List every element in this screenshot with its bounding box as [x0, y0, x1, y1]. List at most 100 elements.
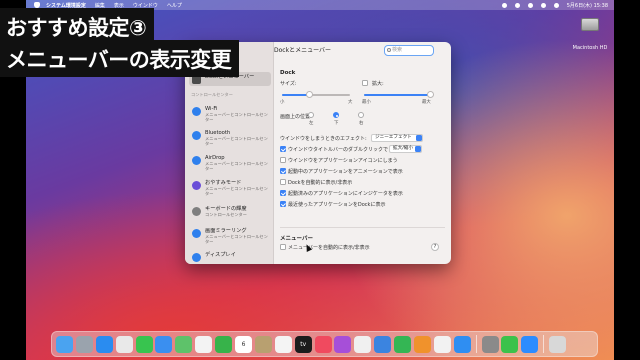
minimize-effect-label: ウインドウをしまうときのエフェクト:: [280, 136, 367, 142]
magnification-label: 拡大:: [372, 81, 384, 87]
menubar-autohide-label: メニューバーを自動的に表示/非表示: [288, 245, 370, 251]
sidebar-item[interactable]: おやすみモード メニューバーとコントロールセンター: [189, 178, 271, 198]
dock-music-icon[interactable]: [314, 335, 332, 353]
status-icon[interactable]: [501, 2, 507, 8]
menu-help[interactable]: ヘルプ: [167, 2, 182, 9]
magnification-slider-fill: [364, 94, 430, 96]
titlebar-action-popup[interactable]: 拡大/縮小: [389, 145, 422, 153]
dock-messages-icon[interactable]: [135, 335, 153, 353]
position-right-radio[interactable]: [358, 112, 364, 118]
size-max-label: 大: [348, 100, 353, 105]
search-input[interactable]: 検索: [384, 45, 434, 56]
macintosh-hd-desktop-icon[interactable]: Macintosh HD: [562, 18, 614, 53]
dock-option-checkbox[interactable]: [280, 190, 286, 196]
magnification-checkbox[interactable]: [362, 80, 368, 86]
sidebar-item-sublabel: メニューバーとコントロールセンター: [205, 186, 268, 196]
minimize-effect-value: ジニーエフェクト: [375, 135, 412, 140]
search-icon[interactable]: [540, 2, 546, 8]
dock-maps-icon[interactable]: [175, 335, 193, 353]
menu-clock[interactable]: 5月6日(木) 15:38: [567, 2, 608, 9]
sidebar-section-label: コントロールセンター: [191, 92, 233, 97]
dock-safari-icon[interactable]: [95, 335, 113, 353]
menu-extras: 5月6日(木) 15:38: [501, 2, 614, 9]
screen: システム環境設定 編集 表示 ウインドウ ヘルプ 5月6日(木) 15:38 M…: [0, 0, 640, 360]
dock-numbers-icon[interactable]: [394, 335, 412, 353]
sidebar-item[interactable]: ディスプレイ: [189, 250, 271, 264]
sidebar-item-icon: [192, 131, 201, 140]
position-left-radio[interactable]: [308, 112, 314, 118]
size-min-label: 小: [280, 100, 285, 105]
wifi-icon[interactable]: [527, 2, 533, 8]
dock-system-preferences-icon[interactable]: [481, 335, 499, 353]
dock-tv-icon[interactable]: tv: [294, 335, 312, 353]
sidebar-item-icon: [192, 229, 201, 238]
dock-photos-icon[interactable]: [195, 335, 213, 353]
sidebar-item-icon: [192, 107, 201, 116]
dock-notes-icon[interactable]: [254, 335, 272, 353]
dock-calendar-icon[interactable]: 6: [235, 335, 253, 353]
sidebar-item-icon: [192, 156, 201, 165]
menubar-autohide-checkbox[interactable]: [280, 244, 286, 250]
section-divider: [280, 227, 445, 228]
magnification-slider-knob[interactable]: [426, 91, 434, 98]
sidebar-item-sublabel: メニューバーとコントロールセンター: [205, 136, 268, 146]
window-title: Dockとメニューバー: [274, 47, 332, 54]
hd-label: Macintosh HD: [572, 45, 608, 51]
titlebar-doubleclick-label: ウインドウタイトルバーのダブルクリックで: [288, 147, 389, 153]
dock-option-label: 起動済みのアプリケーションにインジケータを表示: [288, 191, 403, 197]
dock-chrome-icon[interactable]: [115, 335, 133, 353]
position-bottom-label: 下: [334, 121, 339, 126]
sidebar-item-label: ディスプレイ: [205, 252, 236, 258]
dock-pages-icon[interactable]: [414, 335, 432, 353]
dock-option-label: 最近使ったアプリケーションをDockに表示: [288, 202, 386, 208]
position-label: 画面上の位置:: [280, 114, 312, 120]
size-label: サイズ:: [280, 81, 297, 87]
dock-finder-icon[interactable]: [56, 335, 73, 353]
sidebar-item[interactable]: Bluetooth メニューバーとコントロールセンター: [189, 128, 271, 148]
magnification-max-label: 最大: [422, 100, 431, 105]
help-button[interactable]: ?: [431, 243, 439, 251]
size-slider-knob[interactable]: [305, 91, 313, 98]
magnification-slider[interactable]: [364, 91, 434, 98]
dock-app-store-icon[interactable]: [453, 335, 471, 353]
dock-option-label: Dockを自動的に表示/非表示: [288, 180, 353, 186]
position-right-label: 右: [359, 121, 364, 126]
dock-option-checkbox[interactable]: [280, 168, 286, 174]
dock-separator: [543, 335, 545, 353]
sidebar-item[interactable]: キーボードの輝度 コントロールセンター: [189, 204, 271, 219]
control-center-icon[interactable]: [553, 2, 559, 8]
minimize-effect-popup[interactable]: ジニーエフェクト: [371, 134, 423, 142]
dock-option-checkbox[interactable]: [280, 157, 286, 163]
dock-option-checkbox[interactable]: [280, 179, 286, 185]
sidebar-item[interactable]: Wi-Fi メニューバーとコントロールセンター: [189, 104, 271, 124]
sidebar-item[interactable]: 画面ミラーリング メニューバーとコントロールセンター: [189, 226, 271, 246]
dock-podcasts-icon[interactable]: [334, 335, 352, 353]
sidebar-item-sublabel: メニューバーとコントロールセンター: [205, 161, 268, 171]
status-icon[interactable]: [514, 2, 520, 8]
sidebar-item[interactable]: AirDrop メニューバーとコントロールセンター: [189, 153, 271, 173]
dock-separator: [475, 335, 477, 353]
dock-trash-icon[interactable]: [549, 335, 567, 353]
titlebar-action-value: 拡大/縮小: [393, 146, 413, 151]
size-slider[interactable]: [282, 91, 350, 98]
dock-zoom-icon[interactable]: [521, 335, 539, 353]
position-left-label: 左: [309, 121, 314, 126]
position-bottom-radio[interactable]: [333, 112, 339, 118]
dock-news-icon[interactable]: [354, 335, 372, 353]
dock-heading: Dock: [280, 70, 296, 76]
magnification-min-label: 最小: [362, 100, 371, 105]
menubar-heading: メニューバー: [280, 236, 313, 242]
dock-option-label: 起動中のアプリケーションをアニメーションで表示: [288, 169, 403, 175]
dock-line-icon[interactable]: [501, 335, 519, 353]
dock-slack-icon[interactable]: [433, 335, 451, 353]
dock-option-checkbox[interactable]: [280, 201, 286, 207]
dock-launchpad-icon[interactable]: [75, 335, 93, 353]
dock-facetime-icon[interactable]: [215, 335, 233, 353]
dock-option-label: ウインドウをアプリケーションアイコンにしまう: [288, 158, 398, 164]
hard-drive-icon: [581, 18, 599, 31]
dock-keynote-icon[interactable]: [374, 335, 392, 353]
titlebar-doubleclick-checkbox[interactable]: [280, 146, 286, 152]
dock-reminders-icon[interactable]: [274, 335, 292, 353]
dock-mail-icon[interactable]: [155, 335, 173, 353]
sidebar-item-icon: [192, 181, 201, 190]
